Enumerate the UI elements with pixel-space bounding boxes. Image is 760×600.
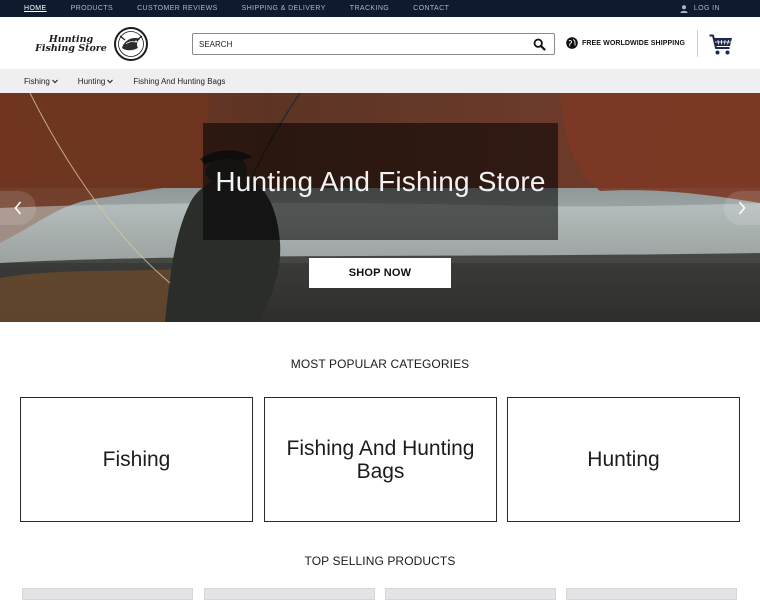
top-nav-home[interactable]: HOME (24, 5, 47, 12)
login-link[interactable]: LOG IN (680, 0, 720, 17)
top-nav: HOME PRODUCTS CUSTOMER REVIEWS SHIPPING … (24, 0, 473, 17)
category-card-fishing[interactable]: Fishing (20, 397, 253, 522)
shop-now-button[interactable]: SHOP NOW (309, 258, 451, 288)
product-card[interactable] (22, 588, 193, 600)
top-nav-products[interactable]: PRODUCTS (71, 5, 113, 12)
store-logo[interactable]: Hunting Fishing Store (30, 27, 150, 61)
catnav-label: Hunting (77, 76, 106, 86)
chevron-down-icon (51, 79, 58, 83)
fish-emblem-icon (114, 27, 148, 61)
hero-slider: Hunting And Fishing Store SHOP NOW (0, 93, 760, 322)
slider-prev-button[interactable] (0, 191, 36, 225)
top-nav-contact[interactable]: CONTACT (413, 5, 449, 12)
shopping-cart-icon[interactable] (709, 34, 733, 56)
category-card-label: Fishing (102, 448, 171, 471)
shipping-label: FREE WORLDWIDE SHIPPING (582, 39, 686, 47)
search-input[interactable] (193, 34, 513, 55)
category-card-label: Hunting (587, 448, 660, 471)
top-selling-title: TOP SELLING PRODUCTS (304, 554, 456, 568)
category-nav: Fishing Hunting Fishing And Hunting Bags (0, 69, 760, 93)
catnav-item-fishing[interactable]: Fishing (24, 77, 58, 86)
chevron-left-icon (14, 201, 22, 215)
category-card-label: Fishing And Hunting Bags (286, 436, 475, 483)
top-nav-shipping-delivery[interactable]: SHIPPING & DELIVERY (242, 5, 326, 12)
globe-icon (566, 37, 578, 49)
user-icon (680, 4, 688, 13)
category-card-bags[interactable]: Fishing And Hunting Bags (264, 397, 497, 522)
category-card-hunting[interactable]: Hunting (507, 397, 740, 522)
top-nav-customer-reviews[interactable]: CUSTOMER REVIEWS (137, 5, 218, 12)
product-card[interactable] (566, 588, 737, 600)
product-card[interactable] (385, 588, 556, 600)
free-shipping-badge: FREE WORLDWIDE SHIPPING (566, 37, 685, 49)
popular-categories-title: MOST POPULAR CATEGORIES (290, 357, 470, 371)
chevron-right-icon (738, 201, 746, 215)
catnav-item-hunting[interactable]: Hunting (78, 77, 114, 86)
search-icon[interactable] (533, 38, 546, 51)
header-divider (697, 30, 698, 57)
catnav-item-bags[interactable]: Fishing And Hunting Bags (133, 77, 225, 86)
hero-title: Hunting And Fishing Store (215, 165, 546, 197)
top-bar: HOME PRODUCTS CUSTOMER REVIEWS SHIPPING … (0, 0, 760, 17)
chevron-down-icon (107, 79, 114, 83)
product-card[interactable] (204, 588, 375, 600)
site-header: Hunting Fishing Store FREE WORLDWIDE SHI… (0, 17, 760, 69)
top-nav-tracking[interactable]: TRACKING (350, 5, 389, 12)
hero-caption: Hunting And Fishing Store (203, 123, 558, 240)
search-box (192, 33, 555, 55)
catnav-label: Fishing (24, 76, 50, 86)
catnav-label: Fishing And Hunting Bags (133, 76, 226, 86)
login-label: LOG IN (693, 5, 720, 12)
slider-next-button[interactable] (724, 191, 760, 225)
logo-text: Hunting Fishing Store (35, 34, 107, 54)
